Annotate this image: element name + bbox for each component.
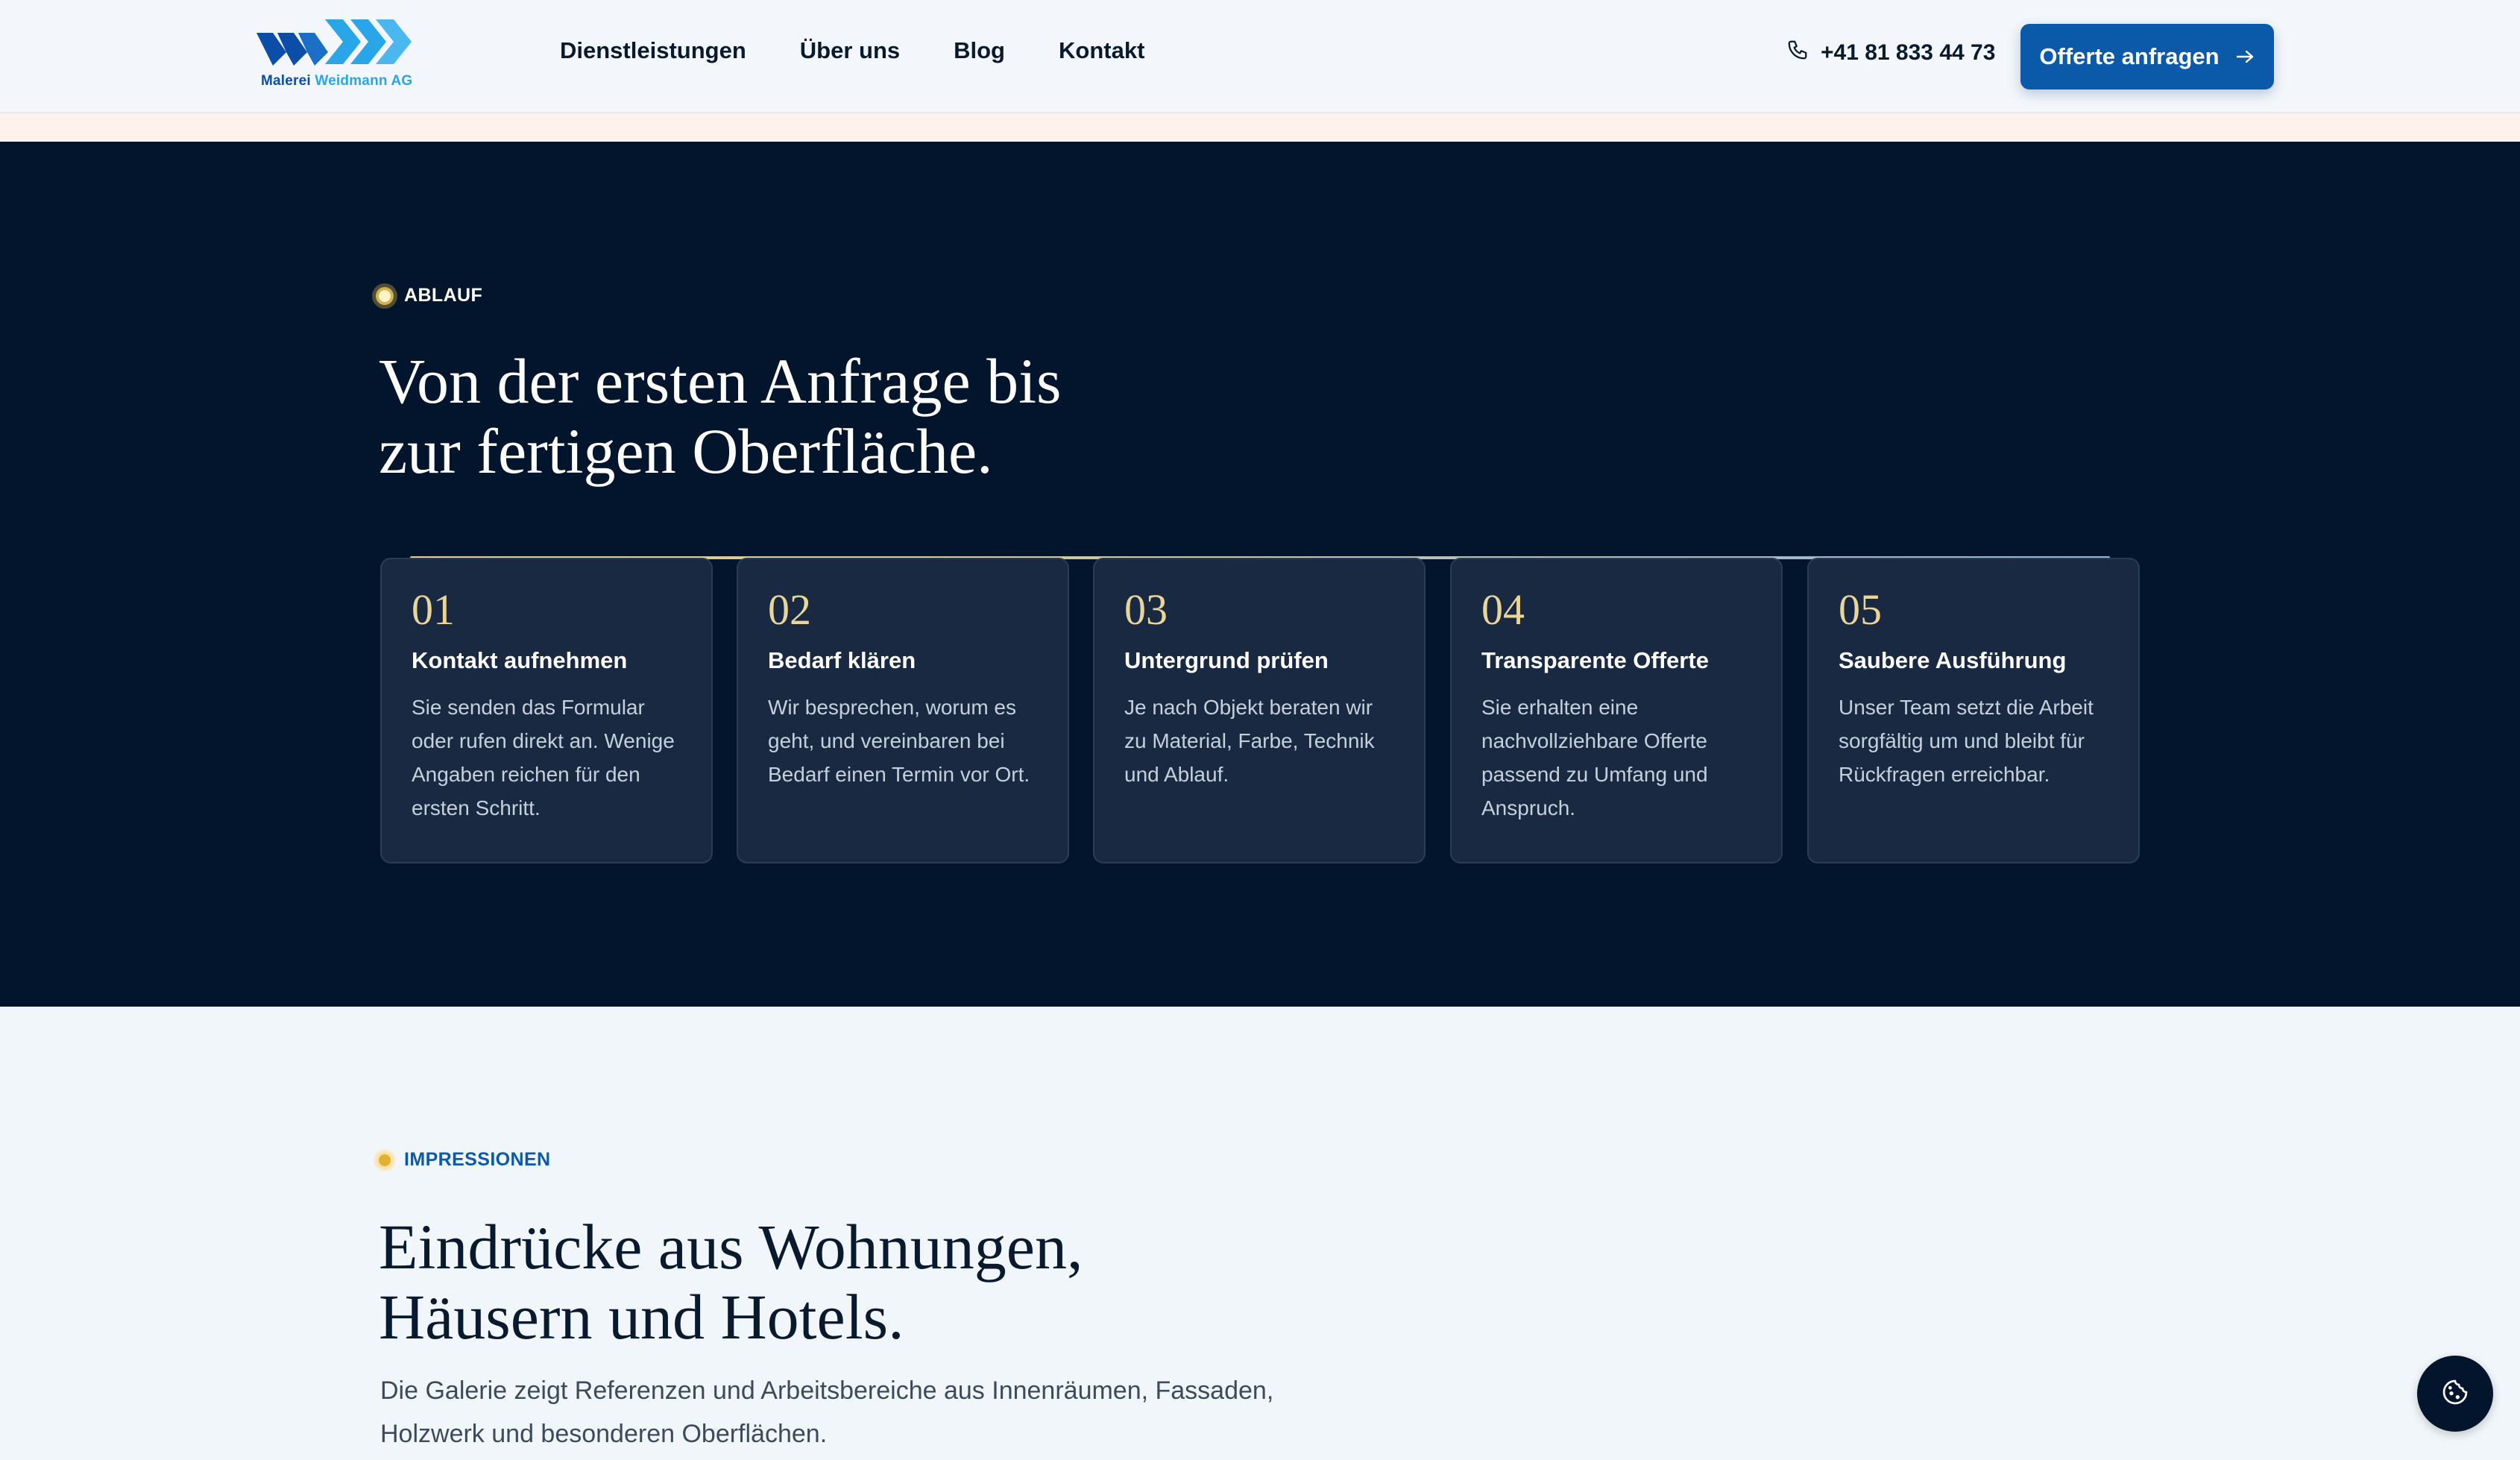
phone-icon — [1786, 39, 1809, 67]
gallery-title-line-2: Häusern und Hotels. — [379, 1281, 904, 1353]
step-title: Bedarf klären — [768, 647, 916, 673]
step-number: 01 — [412, 585, 455, 634]
request-quote-button[interactable]: Offerte anfragen — [2020, 24, 2274, 89]
process-step-card: 01 Kontakt aufnehmen Sie senden das Form… — [380, 558, 713, 863]
step-text: Sie erhalten eine nachvollziehbare Offer… — [1481, 696, 1708, 819]
step-title: Transparente Offerte — [1481, 647, 1709, 673]
eyebrow-dot-icon — [376, 286, 394, 305]
gallery-eyebrow: IMPRESSIONEN — [376, 1149, 551, 1171]
request-quote-label: Offerte anfragen — [2039, 43, 2220, 69]
gallery-lead-text: Die Galerie zeigt Referenzen und Arbeits… — [380, 1376, 1274, 1448]
step-number: 03 — [1124, 585, 1168, 634]
process-step-card: 02 Bedarf klären Wir besprechen, worum e… — [737, 558, 1069, 863]
nav-item-blog[interactable]: Blog — [954, 37, 1005, 64]
nav-item-kontakt[interactable]: Kontakt — [1059, 37, 1144, 64]
arrow-right-icon — [2236, 43, 2255, 70]
gallery-title: Eindrücke aus Wohnungen, Häusern und Hot… — [379, 1212, 1199, 1352]
phone-number: +41 81 833 44 73 — [1821, 40, 1996, 65]
phone-link[interactable]: +41 81 833 44 73 — [1786, 39, 1995, 67]
cookie-settings-button[interactable] — [2417, 1356, 2493, 1432]
process-step-card: 05 Saubere Ausführung Unser Team setzt d… — [1807, 558, 2140, 863]
process-title-line-2: zur fertigen Oberfläche. — [379, 415, 993, 487]
process-step-card: 04 Transparente Offerte Sie erhalten ein… — [1450, 558, 1783, 863]
process-step-card: 03 Untergrund prüfen Je nach Objekt bera… — [1093, 558, 1426, 863]
logo-wordmark: Malerei Weidmann AG — [261, 73, 413, 89]
step-number: 05 — [1839, 585, 1882, 634]
main-navigation: Dienstleistungen Über uns Blog Kontakt — [560, 37, 1198, 64]
step-title: Saubere Ausführung — [1839, 647, 2067, 673]
cookie-icon — [2440, 1377, 2470, 1411]
step-text: Sie senden das Formular oder rufen direk… — [412, 696, 675, 819]
gallery-eyebrow-label: IMPRESSIONEN — [404, 1149, 551, 1170]
logo-mark-icon — [256, 19, 412, 66]
nav-item-dienstleistungen[interactable]: Dienstleistungen — [560, 37, 746, 64]
gallery-title-line-1: Eindrücke aus Wohnungen, — [379, 1211, 1083, 1283]
eyebrow-dot-icon — [376, 1151, 394, 1169]
step-text: Unser Team setzt die Arbeit sorgfältig u… — [1839, 696, 2094, 786]
header-accent-strip — [0, 113, 2520, 142]
step-text: Je nach Objekt beraten wir zu Material, … — [1124, 696, 1375, 786]
site-header: Malerei Weidmann AG Dienstleistungen Übe… — [0, 0, 2520, 113]
step-title: Untergrund prüfen — [1124, 647, 1329, 673]
step-text: Wir besprechen, worum es geht, und verei… — [768, 696, 1030, 786]
step-title: Kontakt aufnehmen — [412, 647, 628, 673]
nav-item-ueber-uns[interactable]: Über uns — [800, 37, 900, 64]
company-logo[interactable]: Malerei Weidmann AG — [256, 19, 420, 91]
step-number: 04 — [1481, 585, 1525, 634]
process-eyebrow-label: ABLAUF — [404, 285, 483, 306]
process-eyebrow: ABLAUF — [376, 285, 482, 306]
process-title: Von der ersten Anfrage bis zur fertigen … — [379, 346, 1199, 486]
step-number: 02 — [768, 585, 811, 634]
process-title-line-1: Von der ersten Anfrage bis — [379, 345, 1062, 417]
